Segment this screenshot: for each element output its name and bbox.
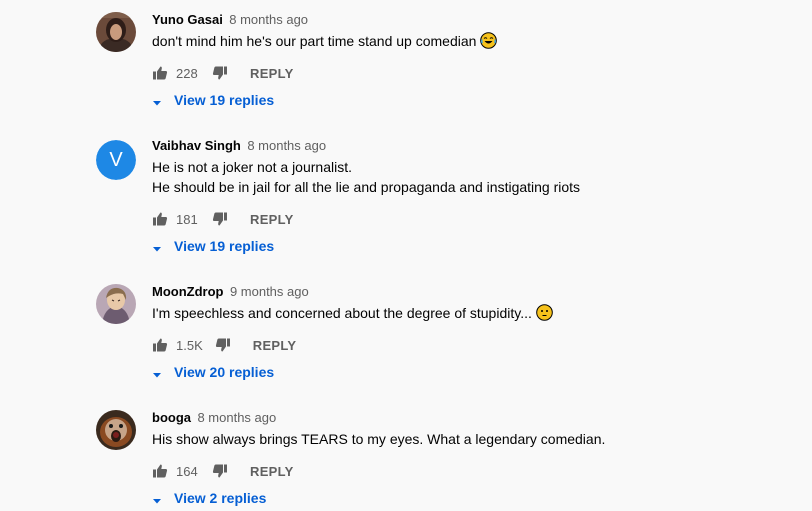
avatar[interactable]: V bbox=[96, 140, 136, 180]
thumbs-down-icon[interactable] bbox=[212, 65, 228, 81]
drawing-avatar-icon bbox=[96, 284, 136, 324]
thumbs-up-icon[interactable] bbox=[152, 65, 168, 81]
reply-button[interactable]: REPLY bbox=[253, 338, 297, 353]
author-name[interactable]: Vaibhav Singh bbox=[152, 138, 241, 153]
author-name[interactable]: Yuno Gasai bbox=[152, 12, 223, 27]
view-replies-button[interactable]: View 20 replies bbox=[152, 362, 274, 382]
comment-header: Vaibhav Singh 8 months ago bbox=[152, 138, 326, 154]
comment-text: don't mind him he's our part time stand … bbox=[152, 31, 498, 54]
comment-time[interactable]: 8 months ago bbox=[247, 138, 326, 153]
comment-text: I'm speechless and concerned about the d… bbox=[152, 303, 553, 326]
comment-actions: 181 REPLY bbox=[152, 210, 294, 228]
thumbs-up-icon[interactable] bbox=[152, 211, 168, 227]
comment-header: Yuno Gasai 8 months ago bbox=[152, 12, 308, 28]
like-count: 1.5K bbox=[176, 337, 203, 353]
comment-header: MoonZdrop 9 months ago bbox=[152, 284, 309, 300]
thumbs-down-icon[interactable] bbox=[212, 211, 228, 227]
photo-avatar-icon bbox=[96, 12, 136, 52]
comment-actions: 228 REPLY bbox=[152, 64, 294, 82]
view-replies-button[interactable]: View 2 replies bbox=[152, 488, 266, 508]
thumbs-up-icon[interactable] bbox=[152, 463, 168, 479]
reply-button[interactable]: REPLY bbox=[250, 66, 294, 81]
view-replies-label: View 20 replies bbox=[174, 364, 275, 380]
view-replies-button[interactable]: View 19 replies bbox=[152, 90, 274, 110]
comment-text: His show always brings TEARS to my eyes.… bbox=[152, 429, 605, 449]
orangutan-avatar-icon bbox=[96, 410, 136, 450]
comment-line: He should be in jail for all the lie and… bbox=[152, 179, 581, 195]
flushed-face-icon bbox=[536, 304, 553, 326]
thumbs-down-icon[interactable] bbox=[212, 463, 228, 479]
comment-line: don't mind him he's our part time stand … bbox=[152, 33, 477, 49]
comment-time[interactable]: 8 months ago bbox=[229, 12, 308, 27]
caret-down-icon bbox=[152, 241, 162, 252]
avatar[interactable] bbox=[96, 12, 136, 52]
face-with-tears-of-joy-icon bbox=[480, 32, 498, 54]
avatar[interactable] bbox=[96, 410, 136, 450]
view-replies-label: View 2 replies bbox=[174, 490, 267, 506]
author-name[interactable]: booga bbox=[152, 410, 191, 425]
like-count: 181 bbox=[176, 211, 198, 227]
avatar[interactable] bbox=[96, 284, 136, 324]
view-replies-label: View 19 replies bbox=[174, 92, 275, 108]
comment-header: booga 8 months ago bbox=[152, 410, 276, 426]
comment-time[interactable]: 9 months ago bbox=[230, 284, 309, 299]
reply-button[interactable]: REPLY bbox=[250, 212, 294, 227]
view-replies-button[interactable]: View 19 replies bbox=[152, 236, 274, 256]
comment-time[interactable]: 8 months ago bbox=[197, 410, 276, 425]
view-replies-label: View 19 replies bbox=[174, 238, 275, 254]
caret-down-icon bbox=[152, 493, 162, 504]
author-name[interactable]: MoonZdrop bbox=[152, 284, 223, 299]
caret-down-icon bbox=[152, 95, 162, 106]
caret-down-icon bbox=[152, 367, 162, 378]
avatar-letter: V bbox=[96, 140, 136, 180]
thumbs-down-icon[interactable] bbox=[215, 337, 231, 353]
comment-actions: 1.5K REPLY bbox=[152, 336, 296, 354]
like-count: 228 bbox=[176, 65, 198, 81]
comment-line: I'm speechless and concerned about the d… bbox=[152, 305, 532, 321]
comment-line: His show always brings TEARS to my eyes.… bbox=[152, 431, 606, 447]
comment-actions: 164 REPLY bbox=[152, 462, 294, 480]
comment-line: He is not a joker not a journalist. bbox=[152, 159, 352, 175]
reply-button[interactable]: REPLY bbox=[250, 464, 294, 479]
comment-text: He is not a joker not a journalist. He s… bbox=[152, 157, 580, 197]
thumbs-up-icon[interactable] bbox=[152, 337, 168, 353]
like-count: 164 bbox=[176, 463, 198, 479]
